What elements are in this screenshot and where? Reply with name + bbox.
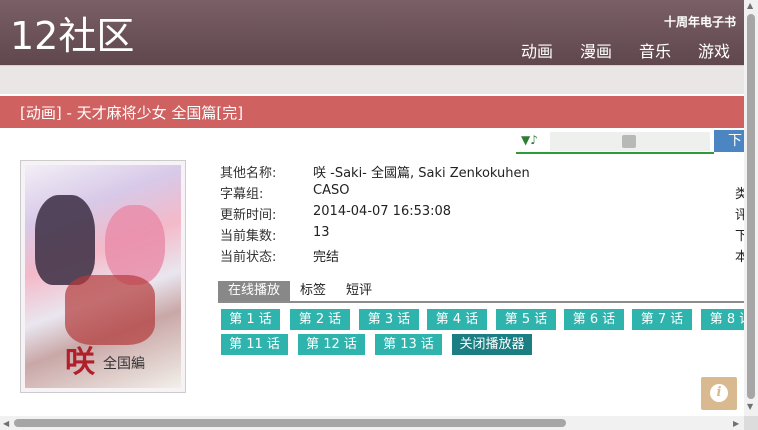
- info-row: 当前集数: 13: [220, 225, 530, 246]
- info-row: 更新时间: 2014-04-07 16:53:08: [220, 204, 530, 225]
- tab-reviews[interactable]: 短评: [336, 281, 382, 301]
- anniversary-link[interactable]: 十周年电子书: [664, 13, 736, 30]
- info-value: 咲 -Saki- 全國篇, Saki Zenkokuhen: [313, 166, 530, 181]
- nav-music[interactable]: 音乐: [639, 38, 671, 62]
- info-value: 2014-04-07 16:53:08: [313, 204, 452, 219]
- info-label: 当前集数:: [220, 229, 277, 244]
- info-value: CASO: [313, 183, 350, 198]
- info-row: 其他名称: 咲 -Saki- 全國篇, Saki Zenkokuhen: [220, 162, 530, 183]
- info-value: 13: [313, 225, 330, 240]
- info-label: 其他名称:: [220, 166, 277, 181]
- music-note-icon[interactable]: ▼♪: [521, 133, 538, 147]
- horizontal-scrollbar[interactable]: ◀ ▶: [0, 416, 744, 430]
- episode-button[interactable]: 第 4 话: [427, 309, 487, 330]
- player-bar: ▼♪: [516, 130, 714, 154]
- info-label: 当前状态:: [220, 250, 277, 265]
- info-list: 其他名称: 咲 -Saki- 全國篇, Saki Zenkokuhen 字幕组: C…: [220, 162, 530, 267]
- episode-button[interactable]: 第 8 话: [701, 309, 744, 330]
- episode-button[interactable]: 第 3 话: [359, 309, 419, 330]
- right-column-labels: 类 评 下 本: [735, 184, 744, 268]
- episode-list: 第 1 话 第 2 话 第 3 话 第 4 话 第 5 话 第 6 话 第 7 …: [221, 309, 744, 359]
- vertical-scroll-thumb[interactable]: [747, 14, 755, 399]
- episode-button[interactable]: 第 2 话: [290, 309, 350, 330]
- scroll-down-icon[interactable]: ▼: [747, 402, 753, 411]
- episode-button[interactable]: 第 13 话: [375, 334, 442, 355]
- site-header: 12社区 十周年电子书 动画 漫画 音乐 游戏: [0, 0, 744, 65]
- episode-button[interactable]: 第 11 话: [221, 334, 288, 355]
- scroll-right-icon[interactable]: ▶: [733, 419, 739, 428]
- horizontal-scroll-thumb[interactable]: [14, 419, 566, 427]
- download-button[interactable]: 下: [714, 130, 744, 152]
- poster-art: 咲 全国編: [25, 165, 181, 388]
- episode-button[interactable]: 第 6 话: [564, 309, 624, 330]
- info-row: 字幕组: CASO: [220, 183, 530, 204]
- scroll-up-icon[interactable]: ▲: [747, 1, 753, 10]
- tab-bar: 在线播放 标签 短评: [218, 281, 744, 303]
- episode-button[interactable]: 第 1 话: [221, 309, 280, 330]
- info-icon: i: [710, 384, 728, 402]
- poster-image: 咲 全国編: [20, 160, 186, 393]
- nav-games[interactable]: 游戏: [698, 38, 730, 62]
- plugin-placeholder[interactable]: [550, 132, 710, 151]
- nav-anime[interactable]: 动画: [521, 38, 553, 62]
- episode-button[interactable]: 第 7 话: [632, 309, 692, 330]
- info-label: 字幕组:: [220, 187, 264, 202]
- poster-logo: 咲: [65, 345, 95, 380]
- poster-subtitle: 全国編: [103, 356, 145, 372]
- puzzle-icon: [622, 135, 636, 148]
- info-row: 当前状态: 完结: [220, 246, 530, 267]
- episode-button[interactable]: 第 5 话: [496, 309, 556, 330]
- info-button[interactable]: i: [701, 377, 737, 410]
- right-label: 类: [735, 187, 744, 202]
- nav-manga[interactable]: 漫画: [580, 38, 612, 62]
- main-nav: 动画 漫画 音乐 游戏: [494, 38, 730, 62]
- episode-button[interactable]: 第 12 话: [298, 334, 365, 355]
- tab-tags[interactable]: 标签: [290, 281, 336, 301]
- right-label: 本: [735, 250, 744, 265]
- scroll-left-icon[interactable]: ◀: [3, 419, 9, 428]
- title-bar: [动画] - 天才麻将少女 全国篇[完]: [0, 96, 744, 128]
- vertical-scrollbar[interactable]: ▲ ▼: [744, 0, 758, 416]
- right-label: 评: [735, 208, 744, 223]
- right-label: 下: [735, 229, 744, 244]
- close-player-button[interactable]: 关闭播放器: [452, 334, 532, 355]
- info-value: 完结: [313, 250, 340, 265]
- site-logo[interactable]: 12社区: [10, 14, 134, 58]
- page-title: [动画] - 天才麻将少女 全国篇[完]: [20, 104, 244, 122]
- scrollbar-corner: [744, 416, 758, 430]
- tab-online-play[interactable]: 在线播放: [218, 281, 291, 301]
- sub-bar: [0, 65, 744, 94]
- info-label: 更新时间:: [220, 208, 277, 223]
